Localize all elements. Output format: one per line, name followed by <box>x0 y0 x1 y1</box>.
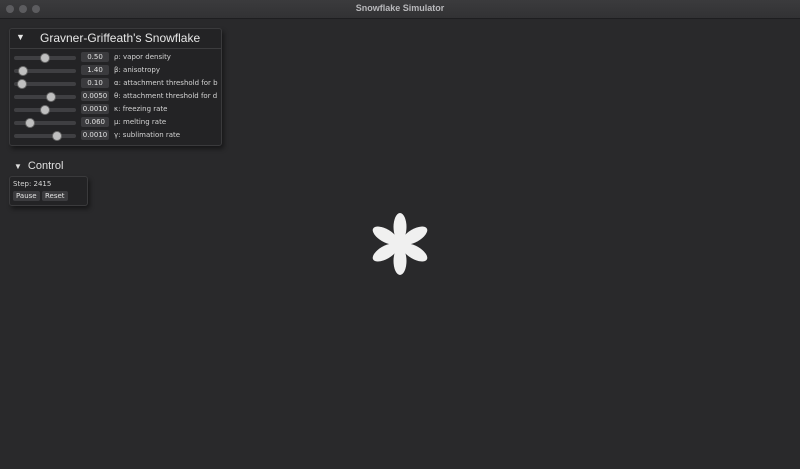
params-panel-title: Gravner-Griffeath's Snowflake <box>40 31 201 45</box>
step-counter: Step: 2415 <box>13 180 52 188</box>
param-value-field[interactable]: 0.10 <box>81 78 109 88</box>
reset-button[interactable]: Reset <box>42 191 68 201</box>
control-section-header[interactable]: ▼ Control <box>14 160 63 172</box>
slider-knob[interactable] <box>46 92 57 102</box>
param-value-field[interactable]: 1.40 <box>81 65 109 75</box>
param-list: 0.50 ρ: vapor density 1.40 β: anisotropy… <box>10 49 221 142</box>
snowflake-core <box>394 238 406 250</box>
param-label: θ: attachment threshold for d <box>114 92 218 100</box>
param-slider[interactable] <box>14 92 76 102</box>
param-label: μ: melting rate <box>114 118 167 126</box>
param-value-field[interactable]: 0.0010 <box>81 104 109 114</box>
param-label: β: anisotropy <box>114 66 160 74</box>
param-slider[interactable] <box>14 105 76 115</box>
slider-knob[interactable] <box>24 118 35 128</box>
param-slider[interactable] <box>14 118 76 128</box>
collapse-triangle-icon[interactable]: ▼ <box>16 32 25 42</box>
params-panel-header[interactable]: ▼ Gravner-Griffeath's Snowflake <box>10 29 221 49</box>
slider-knob[interactable] <box>17 79 28 89</box>
param-label: κ: freezing rate <box>114 105 168 113</box>
control-panel: Step: 2415 Pause Reset <box>9 176 88 206</box>
param-row: 0.0010 γ: sublimation rate <box>10 129 221 142</box>
param-label: α: attachment threshold for b <box>114 79 218 87</box>
param-value-field[interactable]: 0.0050 <box>81 91 109 101</box>
param-row: 1.40 β: anisotropy <box>10 64 221 77</box>
snowflake-icon <box>372 213 428 275</box>
slider-knob[interactable] <box>18 66 29 76</box>
slider-knob[interactable] <box>40 105 50 115</box>
param-row: 0.060 μ: melting rate <box>10 116 221 129</box>
param-slider[interactable] <box>14 79 76 89</box>
param-slider[interactable] <box>14 131 76 141</box>
param-value-field[interactable]: 0.0010 <box>81 130 109 140</box>
window-titlebar: Snowflake Simulator <box>0 0 800 19</box>
param-slider[interactable] <box>14 66 76 76</box>
window-title: Snowflake Simulator <box>355 3 445 13</box>
param-value-field[interactable]: 0.50 <box>81 52 109 62</box>
param-value-field[interactable]: 0.060 <box>81 117 109 127</box>
param-row: 0.0010 κ: freezing rate <box>10 103 221 116</box>
collapse-triangle-icon[interactable]: ▼ <box>14 162 22 171</box>
param-row: 0.0050 θ: attachment threshold for d <box>10 90 221 103</box>
slider-knob[interactable] <box>52 131 63 141</box>
control-section-title: Control <box>27 160 64 172</box>
param-row: 0.10 α: attachment threshold for b <box>10 77 221 90</box>
param-label: ρ: vapor density <box>114 53 171 61</box>
params-panel: ▼ Gravner-Griffeath's Snowflake 0.50 ρ: … <box>9 28 222 146</box>
slider-knob[interactable] <box>40 53 50 63</box>
param-label: γ: sublimation rate <box>114 131 181 139</box>
param-row: 0.50 ρ: vapor density <box>10 51 221 64</box>
param-slider[interactable] <box>14 53 76 63</box>
pause-button[interactable]: Pause <box>13 191 40 201</box>
